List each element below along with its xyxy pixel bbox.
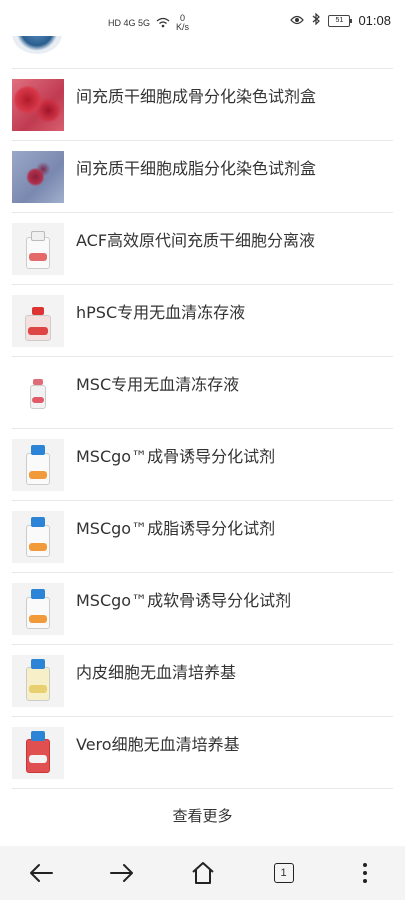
tab-count: 1 xyxy=(273,863,294,883)
product-item[interactable]: MSC专用无血清冻存液 xyxy=(0,357,405,428)
battery-level: 51 xyxy=(335,17,344,24)
product-thumbnail-partial[interactable] xyxy=(12,36,64,58)
product-thumbnail xyxy=(12,367,64,419)
product-item[interactable]: ACF高效原代间充质干细胞分离液 xyxy=(0,213,405,284)
product-title[interactable]: Vero细胞无血清培养基 xyxy=(76,731,240,755)
eye-icon xyxy=(290,14,305,28)
wifi-icon xyxy=(156,17,170,30)
forward-arrow-icon[interactable] xyxy=(102,853,142,893)
bluetooth-icon xyxy=(312,12,321,28)
product-title[interactable]: 间充质干细胞成脂分化染色试剂盒 xyxy=(76,155,316,179)
product-item[interactable]: MSCgo™成脂诱导分化试剂 xyxy=(0,501,405,572)
product-thumbnail xyxy=(12,79,64,131)
product-thumbnail xyxy=(12,439,64,491)
divider xyxy=(12,788,393,789)
network-indicator: HD 4G 5G xyxy=(108,18,151,28)
status-network: HD 4G 5G 0 K/s xyxy=(108,14,189,32)
battery-icon: 51 xyxy=(328,14,353,27)
product-thumbnail xyxy=(12,223,64,275)
clock: 01:08 xyxy=(358,13,391,28)
product-title[interactable]: MSCgo™成脂诱导分化试剂 xyxy=(76,515,275,539)
browser-nav-bar: 1 xyxy=(0,846,405,900)
view-more-button[interactable]: 查看更多 xyxy=(0,800,405,832)
product-thumbnail xyxy=(12,583,64,635)
product-title[interactable]: MSCgo™成骨诱导分化试剂 xyxy=(76,443,275,467)
product-item[interactable]: 间充质干细胞成骨分化染色试剂盒 xyxy=(0,69,405,140)
home-icon[interactable] xyxy=(183,853,223,893)
product-thumbnail xyxy=(12,655,64,707)
product-thumbnail xyxy=(12,511,64,563)
product-item[interactable]: 内皮细胞无血清培养基 xyxy=(0,645,405,716)
product-title[interactable]: hPSC专用无血清冻存液 xyxy=(76,299,245,323)
product-thumbnail xyxy=(12,295,64,347)
product-thumbnail xyxy=(12,727,64,779)
product-list: 间充质干细胞成骨分化染色试剂盒 间充质干细胞成脂分化染色试剂盒 ACF高效原代间… xyxy=(0,68,405,789)
product-title[interactable]: MSCgo™成软骨诱导分化试剂 xyxy=(76,587,291,611)
product-item[interactable]: Vero细胞无血清培养基 xyxy=(0,717,405,788)
product-item[interactable]: MSCgo™成骨诱导分化试剂 xyxy=(0,429,405,500)
product-title[interactable]: 内皮细胞无血清培养基 xyxy=(76,659,236,683)
product-title[interactable]: MSC专用无血清冻存液 xyxy=(76,371,239,395)
speed-unit: K/s xyxy=(176,22,190,32)
product-item[interactable]: 间充质干细胞成脂分化染色试剂盒 xyxy=(0,141,405,212)
back-arrow-icon[interactable] xyxy=(21,853,61,893)
product-title[interactable]: 间充质干细胞成骨分化染色试剂盒 xyxy=(76,83,316,107)
more-vertical-icon[interactable] xyxy=(345,853,385,893)
product-title[interactable]: ACF高效原代间充质干细胞分离液 xyxy=(76,227,315,251)
product-thumbnail xyxy=(12,151,64,203)
product-item[interactable]: hPSC专用无血清冻存液 xyxy=(0,285,405,356)
product-item[interactable]: MSCgo™成软骨诱导分化试剂 xyxy=(0,573,405,644)
tabs-icon[interactable]: 1 xyxy=(264,853,304,893)
